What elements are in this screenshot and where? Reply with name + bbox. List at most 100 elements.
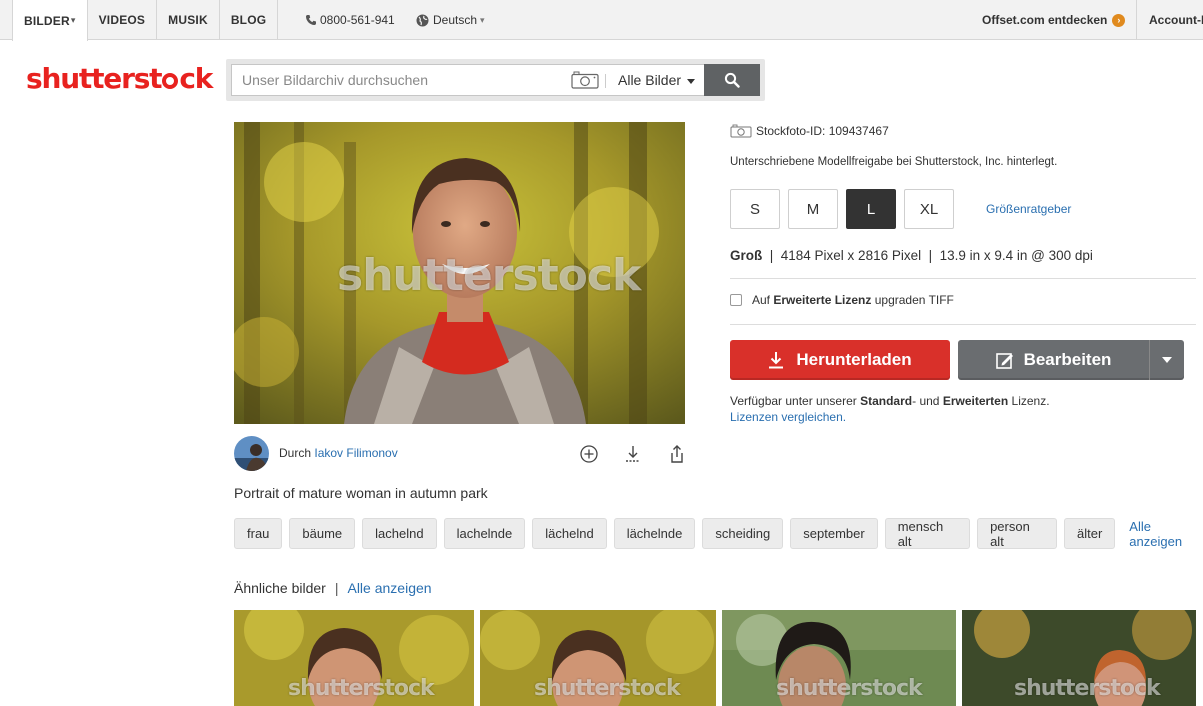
camera-icon <box>730 124 752 138</box>
size-option-s[interactable]: S <box>730 189 780 229</box>
chevron-right-icon: › <box>1112 13 1126 27</box>
watermark: shutterstock <box>1014 676 1161 701</box>
language-selector[interactable]: Deutsch ▾ <box>416 0 485 40</box>
search-box: Alle Bilder <box>231 64 760 96</box>
similar-show-all-link[interactable]: Alle anzeigen <box>347 580 431 596</box>
nav-bilder[interactable]: BILDER ▾ <box>12 0 88 41</box>
add-to-collection-icon[interactable] <box>579 444 599 469</box>
phone-number: 0800-561-941 <box>320 13 395 27</box>
tag-item[interactable]: mensch alt <box>884 518 971 549</box>
logo-text-1: shutterst <box>26 62 163 95</box>
size-name: Groß <box>730 248 763 263</box>
nav-musik[interactable]: MUSIK <box>157 0 220 40</box>
extended-license-option[interactable]: Auf Erweiterte Lizenz upgraden TIFF <box>730 293 954 307</box>
tag-item[interactable]: bäume <box>289 518 356 549</box>
top-nav: BILDER ▾ VIDEOS MUSIK BLOG <box>12 0 279 41</box>
search-button[interactable] <box>704 64 760 96</box>
tag-item[interactable]: frau <box>234 518 283 549</box>
avail-mid: - und <box>912 394 940 408</box>
offset-link[interactable]: Offset.com entdecken › <box>982 0 1126 40</box>
download-icon[interactable] <box>623 444 643 469</box>
tag-item[interactable]: lächelnde <box>613 518 696 549</box>
offset-label: Offset.com entdecken <box>982 13 1108 27</box>
size-inches: 13.9 in x 9.4 in @ 300 dpi <box>939 248 1093 263</box>
search-filter-label: Alle Bilder <box>618 72 682 88</box>
tag-item[interactable]: lächelnd <box>532 518 607 549</box>
edit-options-dropdown[interactable] <box>1149 340 1184 380</box>
nav-videos[interactable]: VIDEOS <box>88 0 158 40</box>
edit-label: Bearbeiten <box>1023 350 1112 369</box>
search-filter-dropdown[interactable]: Alle Bilder <box>618 65 696 95</box>
nav-blog[interactable]: BLOG <box>220 0 279 40</box>
globe-icon <box>416 14 429 26</box>
account-link[interactable]: Account-I <box>1136 0 1203 40</box>
similar-separator: | <box>334 580 339 596</box>
tag-item[interactable]: älter <box>1063 518 1116 549</box>
avail-suffix: Lizenz. <box>1011 394 1050 408</box>
author-byline: Durch Iakov Filimonov <box>279 446 398 460</box>
watermark: shutterstock <box>776 676 923 701</box>
tag-item[interactable]: lachelnd <box>362 518 437 549</box>
model-release-note: Unterschriebene Modellfreigabe bei Shutt… <box>730 156 1058 168</box>
watermark: shutterstock <box>337 250 641 301</box>
logo-text-2: ck <box>179 62 213 95</box>
similar-images-header: Ähnliche bilder | Alle anzeigen <box>234 580 432 596</box>
nav-blog-label: BLOG <box>230 13 267 27</box>
size-option-m[interactable]: M <box>788 189 838 229</box>
phone-link[interactable]: 0800-561-941 <box>305 0 395 40</box>
logo-o-mark <box>162 73 179 89</box>
edit-button[interactable]: Bearbeiten <box>958 340 1149 380</box>
share-icon[interactable] <box>667 444 687 469</box>
download-button[interactable]: Herunterladen <box>730 340 950 380</box>
divider <box>730 324 1196 325</box>
tag-item[interactable]: scheiding <box>702 518 784 549</box>
watermark: shutterstock <box>534 676 681 701</box>
avail-standard: Standard <box>860 394 913 408</box>
author-link[interactable]: Iakov Filimonov <box>314 446 397 460</box>
ext-suffix: upgraden TIFF <box>874 293 954 307</box>
license-availability: Verfügbar unter unserer Standard- und Er… <box>730 393 1050 425</box>
search-input[interactable] <box>242 65 562 95</box>
stock-id-label: Stockfoto-ID: 109437467 <box>756 124 889 138</box>
avail-extended: Erweiterten <box>942 394 1009 408</box>
download-icon <box>769 352 784 369</box>
size-info: Groß | 4184 Pixel x 2816 Pixel | 13.9 in… <box>730 248 1093 263</box>
nav-bilder-label: BILDER <box>24 13 70 28</box>
edit-icon <box>995 353 1013 369</box>
photo-description: Portrait of mature woman in autumn park <box>234 485 488 501</box>
tags-show-all-link[interactable]: Alle anzeigen <box>1129 519 1203 549</box>
nav-musik-label: MUSIK <box>168 13 208 27</box>
tag-item[interactable]: september <box>790 518 878 549</box>
ext-bold: Erweiterte Lizenz <box>773 293 872 307</box>
author-avatar[interactable] <box>234 436 269 471</box>
size-option-l[interactable]: L <box>846 189 896 229</box>
similar-thumbnail[interactable]: shutterstock <box>722 610 956 706</box>
divider <box>730 278 1196 279</box>
similar-thumbnail[interactable]: shutterstock <box>234 610 474 706</box>
phone-icon <box>306 15 316 25</box>
language-label: Deutsch <box>433 13 478 27</box>
author-prefix: Durch <box>279 446 312 460</box>
shutterstock-logo[interactable]: shutterst ck <box>26 62 213 95</box>
tag-item[interactable]: lachelnde <box>443 518 526 549</box>
tag-item[interactable]: person alt <box>977 518 1057 549</box>
camera-icon[interactable] <box>571 71 599 94</box>
search-icon <box>724 72 740 88</box>
search-divider <box>605 74 606 88</box>
similar-thumbnail[interactable]: shutterstock <box>480 610 716 706</box>
caret-down-icon <box>687 78 696 84</box>
similar-thumbnail[interactable]: shutterstock <box>962 610 1196 706</box>
main-photo[interactable]: shutterstock <box>234 122 685 424</box>
download-label: Herunterladen <box>796 350 912 369</box>
size-option-xl[interactable]: XL <box>904 189 954 229</box>
nav-videos-label: VIDEOS <box>98 13 146 27</box>
similar-title: Ähnliche bilder <box>234 580 326 596</box>
top-bar: BILDER ▾ VIDEOS MUSIK BLOG 0800-561-941 D… <box>0 0 1203 41</box>
compare-licenses-link[interactable]: Lizenzen vergleichen. <box>730 410 846 424</box>
account-label: Account-I <box>1149 13 1203 27</box>
search-bar: Alle Bilder <box>226 59 765 101</box>
watermark: shutterstock <box>288 676 435 701</box>
extended-license-checkbox[interactable] <box>730 294 742 306</box>
caret-down-icon <box>1162 357 1172 363</box>
size-guide-link[interactable]: Größenratgeber <box>986 202 1071 216</box>
